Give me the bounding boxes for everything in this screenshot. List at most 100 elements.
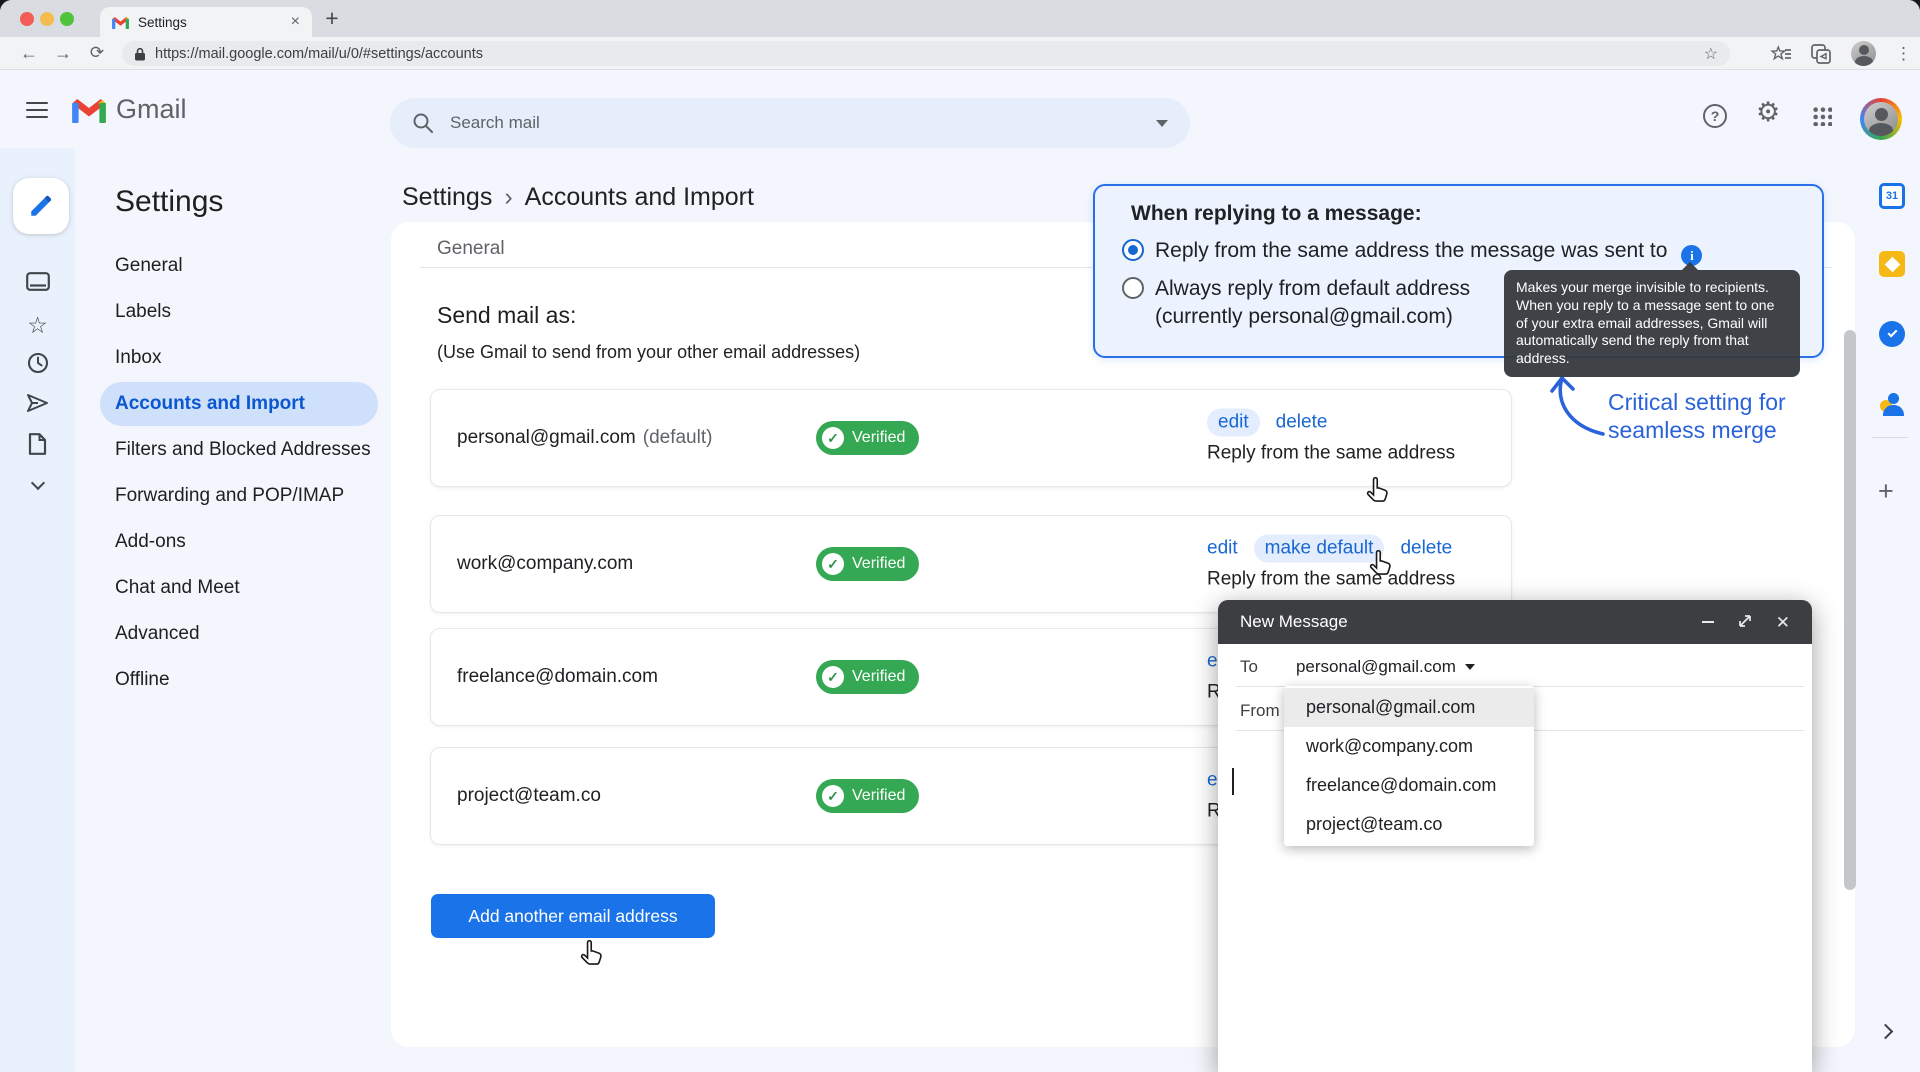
rail-mail-icon[interactable] [0,272,75,291]
tab-general[interactable]: General [437,238,505,260]
check-icon: ✓ [822,666,844,688]
rail-sent-icon[interactable] [0,393,75,413]
rail-starred-icon[interactable]: ☆ [0,314,75,336]
url-text: https://mail.google.com/mail/u/0/#settin… [155,46,1704,62]
from-label: From [1240,701,1280,721]
verified-badge: ✓ Verified [816,660,919,694]
delete-link[interactable]: delete [1276,412,1328,434]
reload-button[interactable]: ⟳ [84,40,110,66]
email-address: work@company.com [457,516,633,612]
nav-item-filters[interactable]: Filters and Blocked Addresses [75,427,410,473]
row-actions: edit make default delete Reply from the … [1207,538,1455,591]
keep-icon[interactable] [1879,251,1905,277]
nav-item-forwarding[interactable]: Forwarding and POP/IMAP [75,473,410,519]
scrollbar-thumb[interactable] [1844,330,1856,890]
back-button[interactable]: ← [16,40,42,66]
radio-default-address-sublabel: (currently personal@gmail.com) [1155,305,1453,329]
breadcrumb-current: Accounts and Import [525,183,754,212]
reply-mode-note: Reply from the same address [1207,443,1455,465]
text-cursor [1232,768,1234,795]
tab-close-icon[interactable]: × [291,13,300,31]
calendar-icon[interactable]: 31 [1879,183,1905,209]
reading-list-icon[interactable] [1770,44,1792,64]
compose-header[interactable]: New Message ✕ [1218,600,1812,644]
expand-icon[interactable] [1738,614,1752,631]
hand-cursor [1366,548,1394,578]
check-icon: ✓ [822,427,844,449]
from-address-dropdown: personal@gmail.com work@company.com free… [1284,686,1534,846]
tab-title: Settings [138,15,291,30]
edit-link[interactable]: edit [1207,409,1260,437]
nav-item-general[interactable]: General [75,243,410,289]
gmail-logo-icon [72,97,106,123]
browser-menu-icon[interactable]: ⋮ [1895,44,1912,64]
email-address: project@team.co [457,748,601,844]
tab-groups-icon[interactable] [1811,44,1832,64]
email-address: freelance@domain.com [457,629,658,725]
nav-item-labels[interactable]: Labels [75,289,410,335]
nav-item-inbox[interactable]: Inbox [75,335,410,381]
add-addon-icon[interactable]: + [1878,476,1894,507]
minimize-icon[interactable] [1702,621,1714,623]
contacts-icon[interactable] [1879,391,1905,417]
right-side-panel: 31 + [1858,148,1920,1072]
tasks-icon[interactable] [1879,321,1905,347]
nav-item-advanced[interactable]: Advanced [75,611,410,657]
nav-item-offline[interactable]: Offline [75,657,410,703]
search-options-caret-icon[interactable] [1156,120,1168,127]
radio-same-address-label: Reply from the same address the message … [1155,239,1702,266]
default-suffix: (default) [643,427,713,449]
nav-item-accounts-and-import[interactable]: Accounts and Import [75,381,410,427]
edit-link[interactable]: edit [1207,538,1238,560]
compose-button[interactable] [13,178,69,234]
gmail-left-rail: ☆ [0,148,75,1072]
nav-item-addons[interactable]: Add-ons [75,519,410,565]
browser-profile-avatar[interactable] [1851,41,1876,66]
gmail-header: Gmail ? ⚙ [0,70,1920,148]
gmail-settings-window: Settings × + ← → ⟳ https://mail.google.c… [0,0,1920,1072]
dropdown-item[interactable]: freelance@domain.com [1284,766,1534,805]
to-label: To [1240,657,1258,677]
delete-link[interactable]: delete [1400,538,1452,560]
rail-snoozed-icon[interactable] [0,352,75,374]
bookmark-star-icon[interactable]: ☆ [1704,44,1718,64]
dropdown-item[interactable]: project@team.co [1284,805,1534,844]
nav-item-chat-and-meet[interactable]: Chat and Meet [75,565,410,611]
add-email-button[interactable]: Add another email address [431,894,715,938]
new-tab-button[interactable]: + [318,4,346,32]
account-avatar[interactable] [1860,98,1902,140]
search-input[interactable] [450,113,1156,133]
breadcrumb-separator: › [504,183,512,212]
dropdown-item[interactable]: personal@gmail.com [1284,688,1534,727]
help-icon[interactable]: ? [1703,104,1727,128]
collapse-panel-chevron-icon[interactable] [1878,1024,1894,1040]
address-bar[interactable]: https://mail.google.com/mail/u/0/#settin… [122,41,1730,66]
email-row-work: work@company.com ✓ Verified edit make de… [430,515,1512,613]
rail-drafts-icon[interactable] [0,433,75,455]
breadcrumb-root[interactable]: Settings [402,183,492,212]
macos-close-button[interactable] [20,12,34,26]
forward-button[interactable]: → [50,40,76,66]
rail-more-chevron-icon[interactable] [0,478,75,488]
to-value-dropdown[interactable]: personal@gmail.com [1296,657,1475,677]
macos-minimize-button[interactable] [40,12,54,26]
macos-zoom-button[interactable] [60,12,74,26]
check-icon: ✓ [822,553,844,575]
make-default-link[interactable]: make default [1254,535,1385,563]
close-icon[interactable]: ✕ [1776,614,1790,631]
browser-toolbar: ← → ⟳ https://mail.google.com/mail/u/0/#… [0,37,1920,70]
dropdown-item[interactable]: work@company.com [1284,727,1534,766]
annotation-text: Critical setting for seamless merge [1608,388,1786,444]
google-apps-icon[interactable] [1812,106,1832,126]
browser-tab[interactable]: Settings × [100,7,312,37]
search-bar[interactable] [390,98,1190,148]
settings-gear-icon[interactable]: ⚙ [1756,97,1780,128]
hand-cursor [1363,475,1391,505]
radio-same-address[interactable] [1122,239,1144,261]
lock-icon [134,47,146,61]
hand-cursor [577,938,605,968]
main-menu-icon[interactable] [26,102,48,118]
radio-default-address[interactable] [1122,277,1144,299]
row-actions: edit delete Reply from the same address [1207,412,1455,465]
panel-divider [1872,437,1908,438]
